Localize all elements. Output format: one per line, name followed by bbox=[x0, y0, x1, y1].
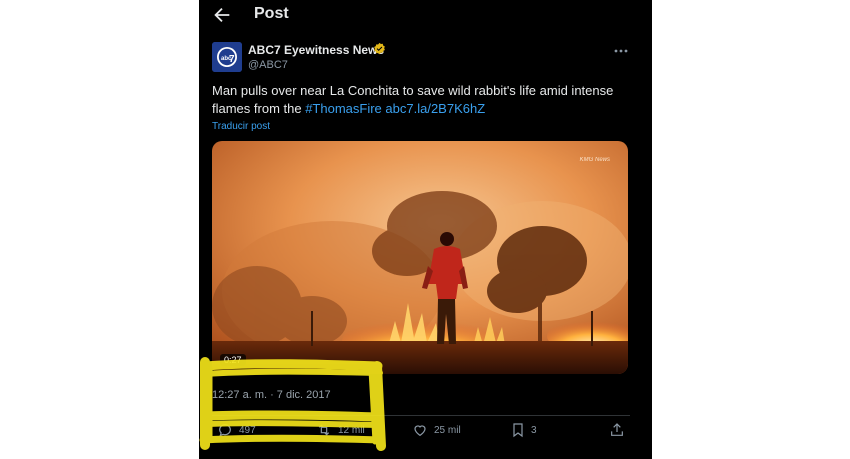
like-button[interactable]: 25 mil bbox=[412, 421, 461, 439]
reply-count: 497 bbox=[239, 424, 256, 436]
page-title: Post bbox=[254, 5, 289, 22]
more-options-button[interactable] bbox=[612, 44, 630, 56]
translate-post-link[interactable]: Traducir post bbox=[212, 121, 270, 132]
bookmark-button[interactable]: 3 bbox=[511, 421, 537, 439]
arrow-left-icon bbox=[214, 7, 230, 23]
hashtag-link[interactable]: #ThomasFire bbox=[305, 101, 382, 116]
author-handle[interactable]: @ABC7 bbox=[248, 59, 288, 71]
heart-icon bbox=[414, 425, 426, 437]
bookmark-icon bbox=[513, 423, 523, 438]
video-watermark: KMG News bbox=[579, 157, 610, 163]
author-name[interactable]: ABC7 Eyewitness News bbox=[248, 43, 384, 57]
video-player[interactable]: KMG News 0:27 bbox=[212, 141, 628, 374]
share-icon bbox=[611, 423, 623, 436]
svg-text:7: 7 bbox=[229, 54, 235, 65]
post-screen: Post abc 7 ABC7 Eyewitness News @ABC7 Ma… bbox=[199, 0, 652, 459]
more-dots-icon bbox=[614, 49, 628, 53]
url-link[interactable]: abc7.la/2B7K6hZ bbox=[385, 101, 485, 116]
person-silhouette bbox=[440, 232, 454, 246]
repost-count: 12 mil bbox=[338, 424, 365, 436]
share-button[interactable] bbox=[609, 421, 625, 439]
back-button[interactable] bbox=[211, 4, 233, 26]
reply-button[interactable]: 497 bbox=[217, 421, 256, 439]
avatar[interactable]: abc 7 bbox=[212, 42, 242, 72]
bookmark-count: 3 bbox=[531, 424, 537, 436]
post-timestamp[interactable]: 12:27 a. m. · 7 dic. 2017 bbox=[212, 389, 331, 401]
abc7-logo-icon: abc 7 bbox=[212, 42, 242, 72]
verified-badge-icon bbox=[374, 42, 385, 55]
video-duration: 0:27 bbox=[220, 354, 246, 366]
wildfire-video-frame bbox=[212, 141, 628, 374]
repost-button[interactable]: 12 mil bbox=[316, 421, 365, 439]
like-count: 25 mil bbox=[434, 424, 461, 436]
tweet-text: Man pulls over near La Conchita to save … bbox=[212, 82, 632, 118]
divider bbox=[212, 415, 630, 416]
reply-icon bbox=[219, 424, 231, 437]
repost-icon bbox=[318, 424, 330, 436]
top-bar: Post bbox=[199, 0, 652, 30]
